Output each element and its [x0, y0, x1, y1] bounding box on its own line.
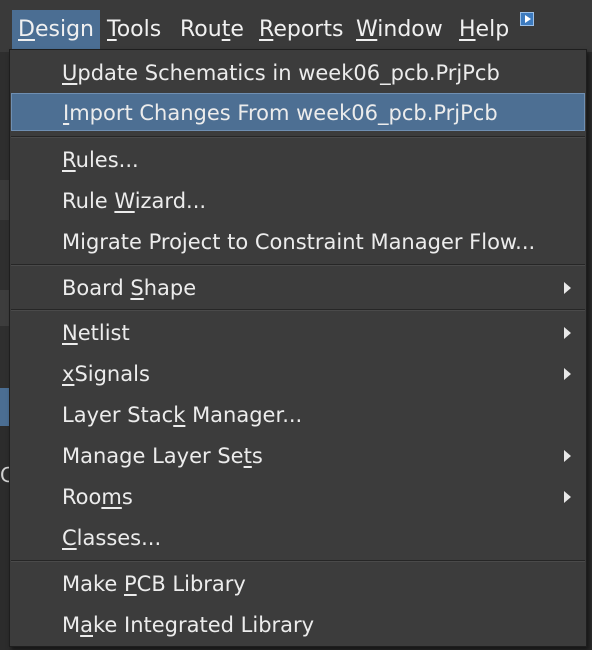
design-menu: Update Schematics in week06_pcb.PrjPcb I… [9, 49, 587, 647]
menu-label-post: pdate Schematics in week06_pcb.PrjPcb [77, 61, 500, 85]
menubar-window[interactable]: Window [350, 10, 449, 50]
menu-label-post: hape [143, 276, 197, 300]
menubar-design-post: esign [34, 17, 94, 42]
menu-item-label: Update Schematics in week06_pcb.PrjPcb [62, 54, 500, 92]
menu-separator [11, 309, 585, 311]
menu-separator [11, 560, 585, 562]
menu-label-accel: C [62, 526, 77, 550]
menu-label-accel: m [101, 485, 122, 509]
menu-label-post: Manager... [185, 403, 303, 427]
menu-item-label: Netlist [62, 314, 130, 352]
menubar-route-post: e [230, 17, 244, 42]
chevron-right-icon [564, 282, 571, 294]
menu-label-post: mport Changes From week06_pcb.PrjPcb [69, 101, 498, 125]
menu-item-classes[interactable]: Classes... [11, 519, 585, 557]
menu-item-manage-layer-sets[interactable]: Manage Layer Sets [11, 437, 585, 475]
menu-label-pre: M [62, 613, 81, 637]
menu-label-pre: Manage Layer Se [62, 444, 244, 468]
menu-label-pre: Layer Stac [62, 403, 174, 427]
menu-item-label: Layer Stack Manager... [62, 396, 302, 434]
menu-item-label: Make Integrated Library [62, 606, 314, 644]
menu-label-pre: Make [62, 572, 124, 596]
menu-item-label: Rules... [62, 141, 139, 179]
menu-label-accel: x [62, 362, 75, 386]
menu-item-rooms[interactable]: Rooms [11, 478, 585, 516]
menu-item-layer-stack-manager[interactable]: Layer Stack Manager... [11, 396, 585, 434]
menu-label-pre: Rule [62, 189, 115, 213]
menu-label-pre: Board [62, 276, 131, 300]
menu-label-pre: Migrate Project to Constraint Manager Fl… [62, 230, 536, 254]
chevron-right-icon [564, 450, 571, 462]
menu-item-label: Classes... [62, 519, 161, 557]
menubar-tools-accel: T [107, 17, 117, 42]
menu-label-accel: U [62, 61, 78, 85]
menubar-help-post: elp [475, 17, 510, 42]
menu-label-pre: Roo [62, 485, 102, 509]
menu-label-accel: P [124, 572, 137, 596]
menu-label-post: CB Library [136, 572, 246, 596]
menu-label-post: izard... [134, 189, 207, 213]
menu-item-xsignals[interactable]: xSignals [11, 355, 585, 393]
menu-separator [11, 136, 585, 138]
background-cut-text: Cr [0, 463, 9, 487]
chevron-right-icon [564, 491, 571, 503]
menubar-reports-accel: R [259, 17, 274, 42]
menubar-route[interactable]: Route [174, 10, 250, 50]
play-small-icon[interactable] [520, 12, 534, 26]
menu-item-make-integrated-library[interactable]: Make Integrated Library [11, 606, 585, 644]
background-right-edge [588, 52, 592, 650]
menu-item-label: Rule Wizard... [62, 182, 206, 220]
menu-item-board-shape[interactable]: Board Shape [11, 269, 585, 307]
menu-separator [11, 264, 585, 266]
menubar-tools[interactable]: Tools [101, 10, 167, 50]
menu-item-label: xSignals [62, 355, 150, 393]
menu-label-accel: a [80, 613, 93, 637]
menu-item-label: Import Changes From week06_pcb.PrjPcb [63, 94, 498, 132]
menu-label-post: lasses... [76, 526, 162, 550]
menu-label-post: etlist [77, 321, 130, 345]
menu-label-accel: S [130, 276, 144, 300]
menubar-window-post: indow [377, 17, 443, 42]
menubar-design-accel: D [18, 17, 35, 42]
menu-item-import-changes[interactable]: Import Changes From week06_pcb.PrjPcb [11, 93, 585, 131]
menu-item-netlist[interactable]: Netlist [11, 314, 585, 352]
menubar-help[interactable]: Help [453, 10, 515, 50]
menu-label-post: ules... [75, 148, 139, 172]
menu-item-label: Board Shape [62, 269, 196, 307]
menu-label-accel: W [114, 189, 135, 213]
menu-item-label: Rooms [62, 478, 133, 516]
menubar: Design Tools Route Reports Window Help [0, 0, 592, 52]
menu-item-label: Manage Layer Sets [62, 437, 263, 475]
menu-item-migrate-project[interactable]: Migrate Project to Constraint Manager Fl… [11, 223, 585, 261]
menubar-tools-post: ools [116, 17, 162, 42]
menubar-help-accel: H [459, 17, 476, 42]
menubar-route-pre: Rou [180, 17, 222, 42]
chevron-right-icon [564, 327, 571, 339]
menubar-design[interactable]: Design [12, 10, 100, 50]
menu-item-make-pcb-library[interactable]: Make PCB Library [11, 565, 585, 603]
menubar-window-accel: W [356, 17, 378, 42]
chevron-right-icon [564, 368, 571, 380]
menu-item-label: Migrate Project to Constraint Manager Fl… [62, 223, 535, 261]
menu-label-accel: t [243, 444, 252, 468]
menu-label-post: Signals [74, 362, 150, 386]
menubar-reports[interactable]: Reports [253, 10, 349, 50]
menu-item-rule-wizard[interactable]: Rule Wizard... [11, 182, 585, 220]
menu-label-post: s [121, 485, 133, 509]
menu-label-accel: k [173, 403, 186, 427]
menu-label-accel: R [62, 148, 76, 172]
menu-label-post: ke Integrated Library [93, 613, 315, 637]
menu-label-post: s [251, 444, 263, 468]
menu-item-update-schematics[interactable]: Update Schematics in week06_pcb.PrjPcb [11, 54, 585, 92]
menu-label-accel: N [62, 321, 78, 345]
menu-item-rules[interactable]: Rules... [11, 141, 585, 179]
menu-item-label: Make PCB Library [62, 565, 246, 603]
menubar-reports-post: eports [273, 17, 344, 42]
